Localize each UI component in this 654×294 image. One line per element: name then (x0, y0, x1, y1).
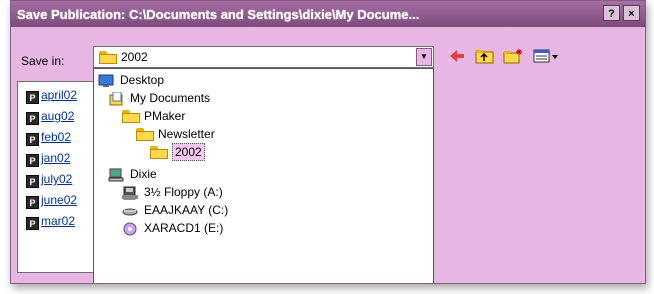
help-button[interactable]: ? (603, 5, 620, 21)
publisher-file-icon: P (26, 154, 39, 167)
file-item[interactable]: Paug02 (26, 109, 74, 125)
save-publication-dialog: Save Publication: C:\Documents and Setti… (10, 0, 646, 284)
close-button[interactable]: × (623, 5, 640, 21)
folder-icon (122, 110, 140, 123)
save-in-combobox[interactable]: 2002 ▼ (93, 46, 434, 68)
computer-icon (108, 168, 124, 182)
publisher-file-icon: P (26, 133, 39, 146)
my-documents-icon (109, 92, 123, 106)
file-item[interactable]: Pjune02 (26, 193, 77, 209)
up-folder-icon[interactable] (475, 48, 495, 64)
save-in-label: Save in: (21, 54, 65, 68)
chevron-down-icon[interactable]: ▼ (416, 48, 432, 66)
publisher-file-icon: P (26, 112, 39, 125)
new-folder-icon[interactable] (503, 48, 523, 64)
publisher-file-icon: P (26, 175, 39, 188)
save-in-value: 2002 (121, 50, 148, 64)
floppy-icon (122, 186, 138, 200)
file-item[interactable]: Pfeb02 (26, 130, 71, 146)
title-bar[interactable]: Save Publication: C:\Documents and Setti… (11, 1, 645, 27)
back-arrow-icon[interactable] (449, 48, 465, 64)
file-item[interactable]: Pjuly02 (26, 172, 72, 188)
folder-open-icon (99, 51, 117, 64)
folder-open-icon (150, 146, 168, 159)
publisher-file-icon: P (26, 91, 39, 104)
save-in-dropdown-list[interactable]: Desktop My Documents PMaker Newsletter 2… (93, 68, 434, 283)
views-menu-icon[interactable] (533, 48, 559, 64)
cd-drive-icon (123, 222, 137, 236)
publisher-file-icon: P (26, 217, 39, 230)
file-item[interactable]: Pjan02 (26, 151, 70, 167)
drive-icon (122, 208, 138, 216)
window-title: Save Publication: C:\Documents and Setti… (17, 7, 420, 22)
folder-icon (136, 128, 154, 141)
desktop-icon (98, 74, 114, 87)
file-item[interactable]: Pmar02 (26, 214, 75, 230)
publisher-file-icon: P (26, 196, 39, 209)
file-item[interactable]: Papril02 (26, 88, 77, 104)
